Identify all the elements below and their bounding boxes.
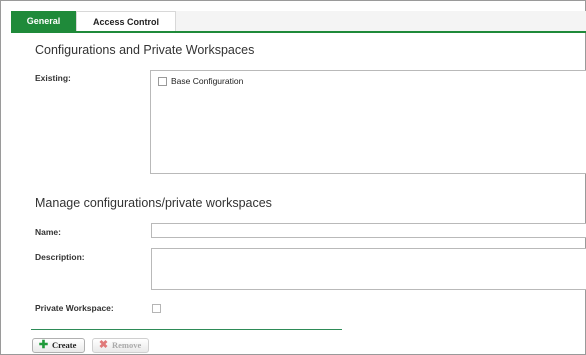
dialog-frame: General Access Control Configurations an… xyxy=(0,0,586,355)
form-divider xyxy=(31,329,342,330)
plus-icon: ✚ xyxy=(38,339,49,351)
base-configuration-checkbox[interactable] xyxy=(158,77,167,86)
tab-general[interactable]: General xyxy=(11,11,76,31)
description-textarea[interactable] xyxy=(151,248,586,290)
manage-section-title: Manage configurations/private workspaces xyxy=(35,196,272,210)
configurations-section-title: Configurations and Private Workspaces xyxy=(35,43,255,57)
existing-label: Existing: xyxy=(35,73,71,83)
private-workspace-checkbox[interactable] xyxy=(152,304,161,313)
remove-button-label: Remove xyxy=(112,340,142,350)
existing-configurations-list[interactable]: Base Configuration xyxy=(150,70,586,174)
name-label: Name: xyxy=(35,227,61,237)
create-button-label: Create xyxy=(52,340,77,350)
base-configuration-label: Base Configuration xyxy=(171,76,244,86)
remove-button[interactable]: ✖ Remove xyxy=(92,338,149,353)
x-icon: ✖ xyxy=(98,339,109,351)
description-label: Description: xyxy=(35,252,85,262)
private-workspace-label: Private Workspace: xyxy=(35,303,114,313)
name-input[interactable] xyxy=(151,223,586,238)
tab-access-control[interactable]: Access Control xyxy=(76,11,176,31)
tab-bar: General Access Control xyxy=(11,11,586,33)
create-button[interactable]: ✚ Create xyxy=(32,338,85,353)
